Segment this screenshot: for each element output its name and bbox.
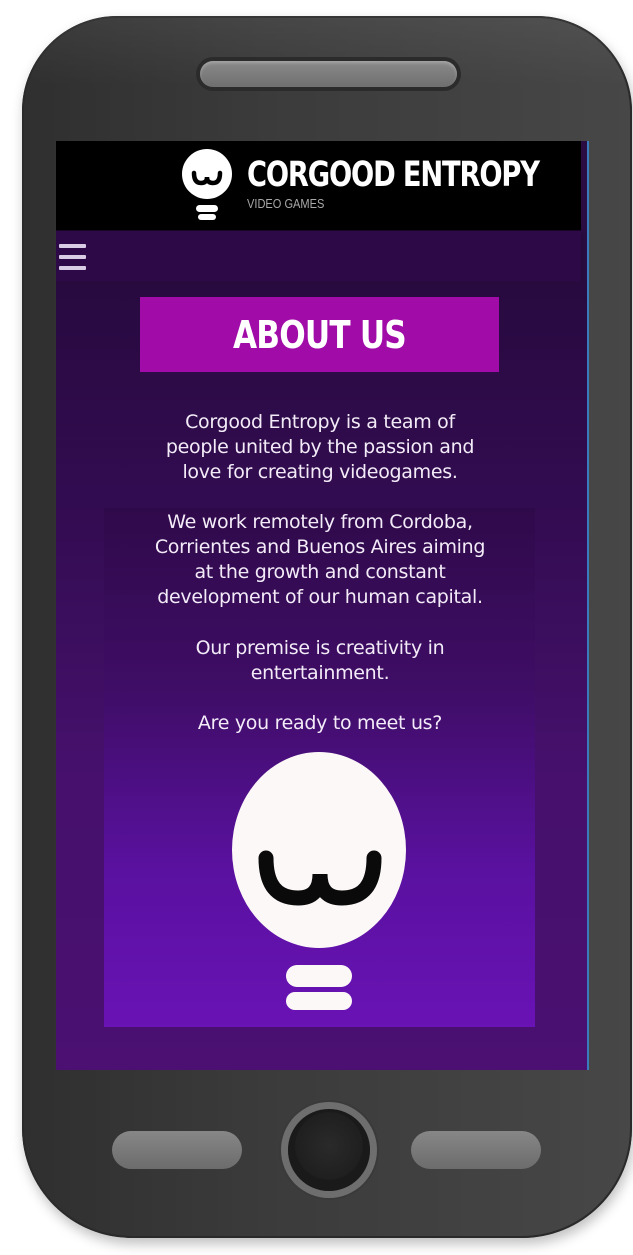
about-question: Are you ready to meet us? — [120, 711, 520, 736]
phone-back-key — [112, 1131, 242, 1169]
about-paragraph-1: Corgood Entropy is a team of people unit… — [120, 410, 520, 485]
phone-speaker — [200, 61, 457, 87]
site-header: CORGOOD ENTROPY VIDEO GAMES — [56, 141, 581, 230]
text-line: entertainment. — [250, 662, 390, 684]
text-line: Corgood Entropy is a team of — [185, 411, 455, 433]
text-line: people united by the passion and — [165, 436, 475, 458]
text-line: Corrientes and Buenos Aires aiming — [154, 536, 486, 558]
about-title: ABOUT US — [233, 312, 407, 357]
text-line: Our premise is creativity in — [195, 637, 445, 659]
text-line: Are you ready to meet us? — [197, 712, 443, 734]
about-paragraph-2: We work remotely from Cordoba, Corriente… — [120, 510, 520, 610]
hamburger-menu-icon[interactable] — [59, 244, 86, 270]
mascot-bulb-icon — [232, 752, 406, 1010]
phone-menu-key — [411, 1131, 541, 1169]
text-line: development of our human capital. — [157, 586, 483, 608]
about-title-banner: ABOUT US — [140, 297, 499, 372]
phone-screen: CORGOOD ENTROPY VIDEO GAMES ABOUT US Cor… — [56, 141, 589, 1070]
phone-home-button — [288, 1109, 370, 1191]
brand-subtitle: VIDEO GAMES — [247, 196, 325, 211]
text-line: love for creating videogames. — [182, 461, 458, 483]
text-line: at the growth and constant — [194, 561, 446, 583]
brand-name[interactable]: CORGOOD ENTROPY — [247, 153, 540, 197]
logo-bulb-icon[interactable] — [181, 148, 233, 222]
text-line: We work remotely from Cordoba, — [167, 511, 473, 533]
nav-bar — [56, 230, 581, 281]
about-paragraph-3: Our premise is creativity in entertainme… — [120, 636, 520, 686]
